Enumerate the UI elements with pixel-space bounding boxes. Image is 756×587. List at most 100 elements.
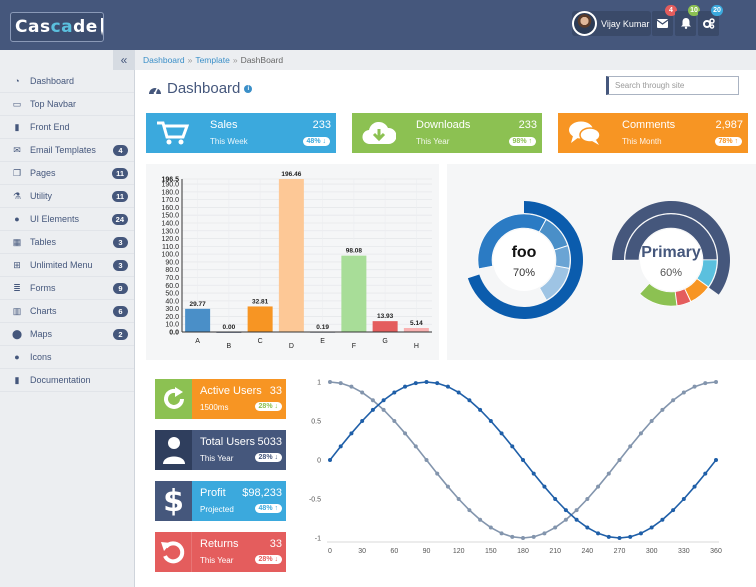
breadcrumb-link-dashboard[interactable]: Dashboard [143,55,185,65]
sidebar-item-tables[interactable]: ▦ Tables 3 [0,231,134,254]
breadcrumb-separator: » [187,55,193,65]
search-input[interactable] [606,76,739,95]
y-tick-label: 10.0 [165,322,179,329]
sidebar-item-label: Email Templates [30,145,96,155]
settings-button[interactable]: 20 [698,5,723,36]
tile-value: $98,233 [242,487,282,499]
sidebar-item-top-navbar[interactable]: ▭ Top Navbar [0,93,134,116]
user-icon [155,430,192,470]
dashboard-icon [149,86,161,94]
tint-icon: ● [14,352,20,362]
data-point [413,381,418,386]
info-icon[interactable]: i [244,84,253,93]
sidebar-collapse-button[interactable]: « [113,50,135,70]
sidebar-item-email-templates[interactable]: ✉ Email Templates 4 [0,139,134,162]
donut-charts: foo 70% Primary 60% [467,201,730,319]
tile-sub: This Year [200,556,234,565]
profit-tile[interactable]: $ Profit Projected $98,233 48% ↑ [155,481,286,521]
y-tick-label: 196.5 [161,177,179,184]
x-tick-label: H [414,343,419,350]
messages-button[interactable]: 4 [652,5,677,36]
sitemap-icon: ⊞ [13,259,21,270]
data-point [692,484,697,489]
sidebar-item-icons[interactable]: ● Icons [0,346,134,369]
user-menu[interactable]: Vijay Kumar [572,11,651,36]
stat-sub: This Year [416,137,450,146]
data-point [638,431,643,436]
donut-center-value: 60% [660,267,682,279]
y-tick-label: 0 [317,458,321,465]
bar [372,321,398,332]
sales-card[interactable]: Sales This Week 233 48% ↓ [146,113,336,153]
tile-sub: This Year [200,454,234,463]
sidebar-item-documentation[interactable]: ▮ Documentation [0,369,134,392]
y-tick-label: 170.0 [161,197,179,204]
data-point [456,390,461,395]
data-point [553,497,558,501]
double-chevron-left-icon: « [120,53,128,67]
y-tick-label: 150.0 [161,213,179,220]
laptop-icon: ▭ [12,98,22,109]
sidebar-item-label: UI Elements [30,214,80,224]
notifications-button[interactable]: 10 [675,5,700,36]
bar [247,306,273,332]
sidebar-count-badge: 9 [113,283,128,294]
chart-icon: ▥ [12,305,22,316]
sidebar-item-label: Unlimited Menu [30,260,93,270]
total-users-tile[interactable]: Total Users This Year 5033 28% ↓ [155,430,286,470]
sidebar-item-charts[interactable]: ▥ Charts 6 [0,300,134,323]
data-point [478,407,483,412]
x-tick-label: B [227,343,232,350]
active-users-tile[interactable]: Active Users 1500ms 33 28% ↓ [155,379,286,419]
sidebar-item-ui-elements[interactable]: ● UI Elements 24 [0,208,134,231]
sidebar-item-dashboard[interactable]: ◔ Dashboard [0,70,134,93]
comments-card[interactable]: Comments This Month 2,987 78% ↑ [558,113,748,153]
stat-label: Downloads [416,119,471,131]
sidebar-item-utility[interactable]: ⚗ Utility 11 [0,185,134,208]
returns-tile[interactable]: Returns This Year 33 28% ↓ [155,532,286,572]
gears-icon [702,18,715,29]
x-tick-label: 300 [646,548,658,555]
tile-sub: 1500ms [200,403,229,412]
sidebar-item-pages[interactable]: ❐ Pages 11 [0,162,134,185]
downloads-card[interactable]: Downloads This Year 233 98% ↑ [352,113,542,153]
data-point [563,508,568,513]
line-chart: 1 0.5 0 -0.5 -1 0 30 60 90 120 150 180 210 240 270 300 3… [309,380,722,556]
sidebar-item-unlimited-menu[interactable]: ⊞ Unlimited Menu 3 [0,254,134,277]
breadcrumb-link-template[interactable]: Template [195,55,230,65]
data-point [585,497,590,501]
y-tick-label: -0.5 [309,497,321,504]
data-point [628,444,633,449]
data-point [671,398,676,403]
sidebar-item-forms[interactable]: ≣ Forms 9 [0,277,134,300]
logo[interactable]: Cascade [10,12,104,42]
data-point [435,381,440,386]
data-point [467,508,472,513]
data-point [596,484,601,489]
bar [341,255,367,332]
donut-center-value: 70% [513,267,535,279]
data-point [660,407,665,412]
sidebar-item-front-end[interactable]: ▮ Front End [0,116,134,139]
sidebar-item-maps[interactable]: ⬤ Maps 2 [0,323,134,346]
data-point [510,534,515,539]
data-point [338,444,343,449]
data-point [499,431,504,436]
stat-label: Sales [210,119,238,131]
stat-percent-badge: 98% ↑ [508,137,536,146]
page-title: Dashboard i [148,80,253,97]
x-tick-label: 150 [485,548,497,555]
sidebar-count-badge: 6 [113,306,128,317]
sidebar-count-badge: 11 [112,191,128,202]
sidebar-count-badge: 2 [113,329,128,340]
x-tick-label: 180 [517,548,529,555]
copy-icon: ❐ [12,167,22,178]
table-icon: ▦ [12,236,22,247]
data-point [649,525,654,530]
refresh-icon [155,379,192,419]
avatar [572,11,597,36]
x-tick-label: G [382,338,387,345]
bar-value-label: 13.93 [377,313,394,320]
x-tick-label: C [258,338,263,345]
x-tick-label: 0 [328,548,332,555]
